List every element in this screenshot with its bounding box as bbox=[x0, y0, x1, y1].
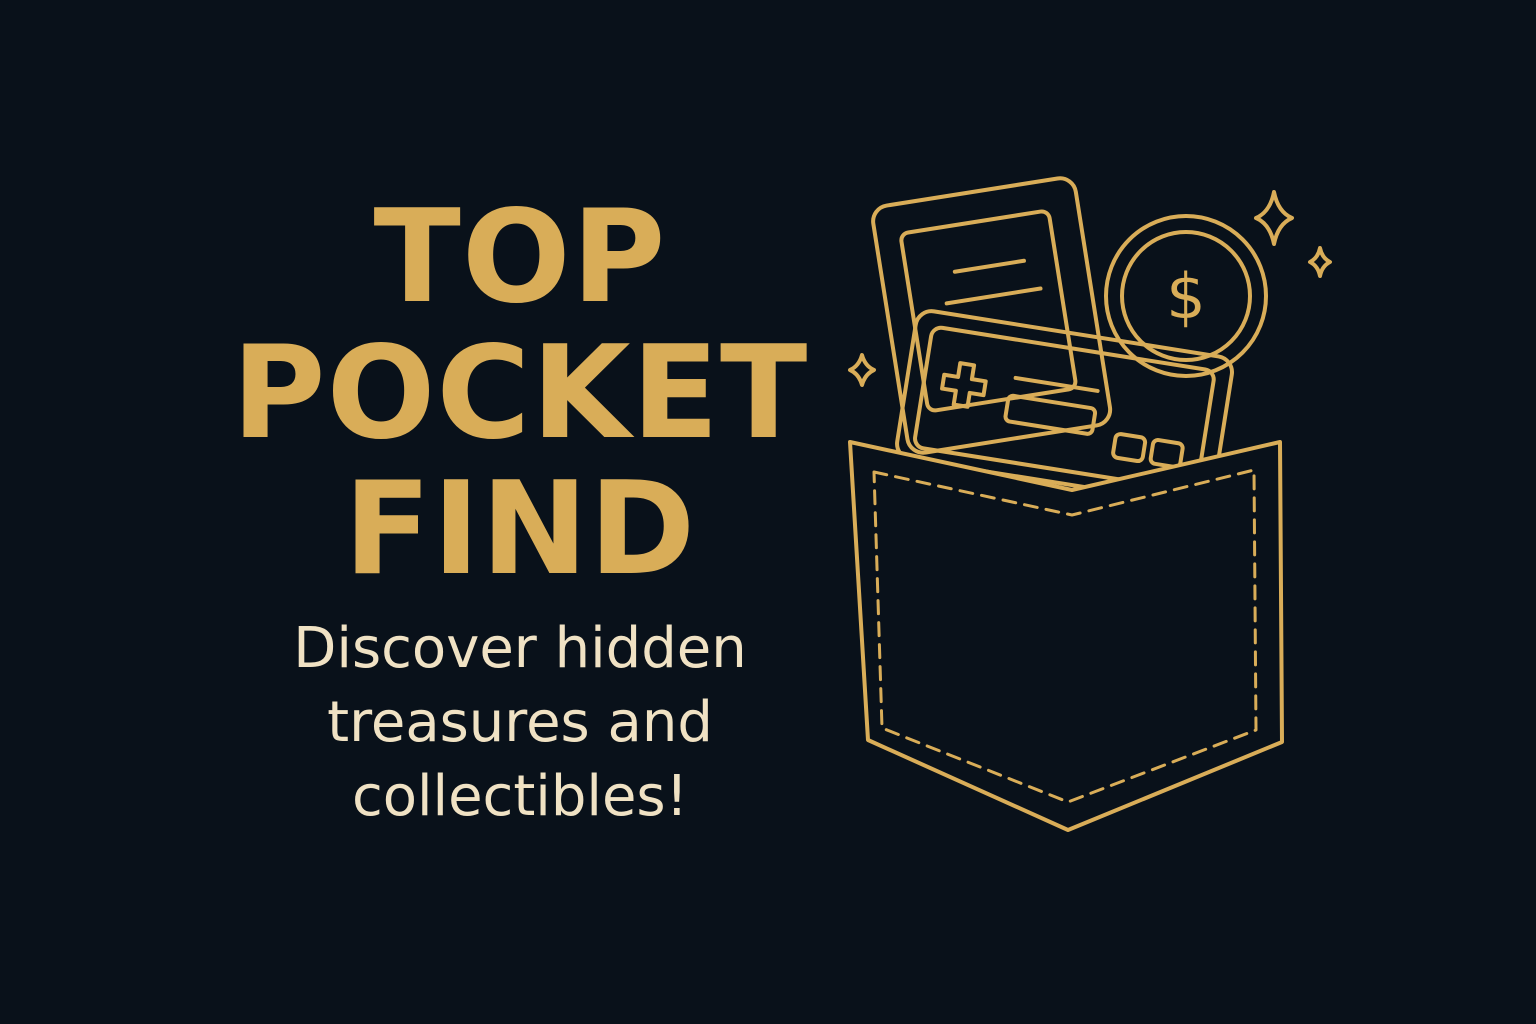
pocket-icon bbox=[848, 440, 1284, 832]
pocket-illustration: $ bbox=[848, 176, 1332, 832]
receipt-card-icon bbox=[871, 176, 1113, 455]
sparkle-icon bbox=[848, 353, 876, 387]
coin-symbol: $ bbox=[1166, 260, 1205, 333]
sparkle-icon bbox=[1254, 190, 1294, 246]
sparkle-icon bbox=[1308, 246, 1332, 278]
